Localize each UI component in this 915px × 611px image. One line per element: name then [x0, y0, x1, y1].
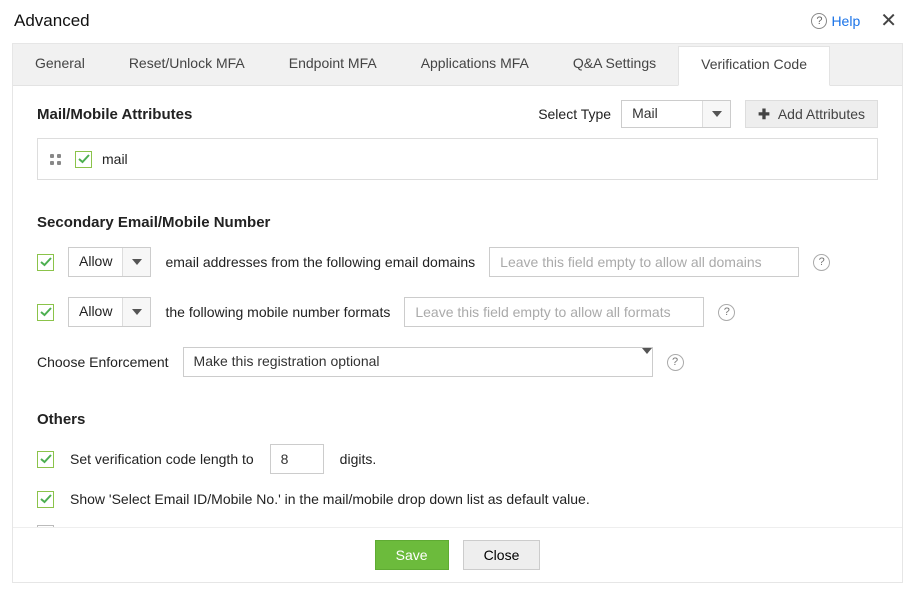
mobile-format-mode-select[interactable]: Allow: [68, 297, 151, 327]
tab-verification-code[interactable]: Verification Code: [678, 46, 830, 86]
tab-applications-mfa[interactable]: Applications MFA: [399, 44, 551, 85]
mail-attributes-heading: Mail/Mobile Attributes: [37, 106, 538, 123]
attribute-name: mail: [102, 151, 128, 167]
plus-icon: ✚: [758, 106, 770, 123]
page-title: Advanced: [14, 11, 811, 31]
email-domain-mode-select[interactable]: Allow: [68, 247, 151, 277]
attribute-list: mail: [37, 138, 878, 180]
email-domain-row: Allow email addresses from the following…: [37, 247, 878, 277]
code-length-post: digits.: [340, 450, 377, 468]
help-link[interactable]: ? Help: [811, 13, 860, 29]
tab-general[interactable]: General: [13, 44, 107, 85]
code-length-row: Set verification code length to digits.: [37, 444, 878, 474]
mobile-format-row: Allow the following mobile number format…: [37, 297, 878, 327]
help-icon[interactable]: ?: [813, 254, 830, 271]
select-type-label: Select Type: [538, 106, 611, 122]
save-button[interactable]: Save: [375, 540, 449, 570]
tab-reset-unlock-mfa[interactable]: Reset/Unlock MFA: [107, 44, 267, 85]
secondary-heading: Secondary Email/Mobile Number: [37, 214, 878, 231]
code-length-pre: Set verification code length to: [70, 450, 254, 468]
enforcement-label: Choose Enforcement: [37, 354, 169, 370]
add-attributes-button[interactable]: ✚ Add Attributes: [745, 100, 878, 128]
show-default-row: Show 'Select Email ID/Mobile No.' in the…: [37, 490, 878, 508]
drag-handle-icon[interactable]: [46, 150, 65, 169]
email-domain-mode-value: Allow: [69, 248, 122, 276]
mobile-format-mode-value: Allow: [69, 298, 122, 326]
close-button[interactable]: Close: [463, 540, 541, 570]
email-domain-input[interactable]: [489, 247, 799, 277]
mobile-format-input[interactable]: [404, 297, 704, 327]
others-heading: Others: [37, 411, 878, 428]
select-type-value: Mail: [622, 101, 702, 127]
close-icon[interactable]: ✕: [876, 8, 901, 33]
footer: Save Close: [13, 527, 902, 582]
tab-bar: General Reset/Unlock MFA Endpoint MFA Ap…: [13, 44, 902, 86]
help-label: Help: [831, 13, 860, 29]
show-default-text: Show 'Select Email ID/Mobile No.' in the…: [70, 490, 590, 508]
chevron-down-icon: [122, 248, 150, 276]
chevron-down-icon: [642, 348, 652, 376]
partial-hide-text: Partially hide Email ID/Mobile No. on MF…: [70, 524, 375, 527]
help-icon[interactable]: ?: [718, 304, 735, 321]
email-domain-checkbox[interactable]: [37, 254, 54, 271]
chevron-down-icon: [702, 101, 730, 127]
enforcement-select[interactable]: Make this registration optional: [183, 347, 653, 377]
help-icon[interactable]: ?: [667, 354, 684, 371]
partial-hide-checkbox[interactable]: [37, 525, 54, 527]
select-type-dropdown[interactable]: Mail: [621, 100, 731, 128]
tab-endpoint-mfa[interactable]: Endpoint MFA: [267, 44, 399, 85]
email-domain-text: email addresses from the following email…: [165, 254, 475, 270]
code-length-checkbox[interactable]: [37, 451, 54, 468]
mobile-format-text: the following mobile number formats: [165, 304, 390, 320]
enforcement-value: Make this registration optional: [184, 348, 642, 376]
add-attributes-label: Add Attributes: [778, 106, 865, 122]
code-length-input[interactable]: [270, 444, 324, 474]
attribute-checkbox[interactable]: [75, 151, 92, 168]
chevron-down-icon: [122, 298, 150, 326]
tab-qa-settings[interactable]: Q&A Settings: [551, 44, 678, 85]
help-icon: ?: [811, 13, 827, 29]
show-default-checkbox[interactable]: [37, 491, 54, 508]
mobile-format-checkbox[interactable]: [37, 304, 54, 321]
partial-hide-row: Partially hide Email ID/Mobile No. on MF…: [37, 524, 878, 527]
